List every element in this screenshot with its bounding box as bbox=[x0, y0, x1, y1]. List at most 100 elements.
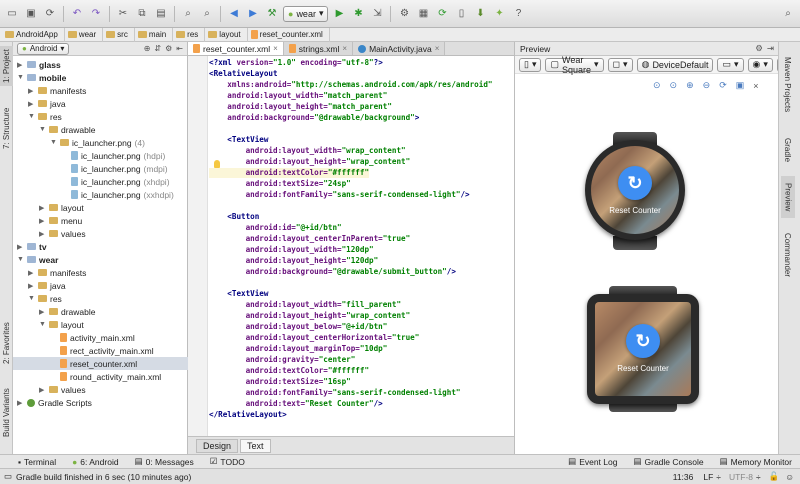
attach-debugger-icon[interactable]: ⇲ bbox=[369, 6, 385, 22]
tree-item[interactable]: activity_main.xml bbox=[50, 331, 135, 344]
line-separator[interactable]: LF bbox=[703, 472, 713, 482]
breadcrumb-item[interactable]: AndroidApp bbox=[2, 27, 65, 42]
copy-icon[interactable]: ⧉ bbox=[134, 6, 150, 22]
terminal-tab[interactable]: ▪ Terminal bbox=[0, 457, 64, 467]
tree-item[interactable]: ic_launcher.png (xhdpi) bbox=[61, 175, 170, 188]
tree-item[interactable]: ▼ drawable bbox=[39, 123, 96, 136]
debug-icon[interactable]: ✱ bbox=[350, 6, 366, 22]
save-icon[interactable]: ▣ bbox=[23, 6, 39, 22]
activity-select[interactable]: ▭ ▾ bbox=[717, 57, 744, 72]
run-icon[interactable]: ▶ bbox=[331, 6, 347, 22]
tree-item[interactable]: ▶ menu bbox=[39, 214, 82, 227]
project-structure-icon[interactable]: ▦ bbox=[415, 6, 431, 22]
tab-commander[interactable]: Commander bbox=[783, 228, 792, 282]
screenshot-icon[interactable]: ▣ bbox=[736, 80, 745, 91]
tab-text[interactable]: Text bbox=[240, 438, 271, 453]
tree-item[interactable]: ▼ layout bbox=[39, 318, 84, 331]
orientation-select[interactable]: ◻ ▾ bbox=[607, 57, 633, 72]
encoding[interactable]: UTF-8 bbox=[729, 472, 753, 482]
tree-item[interactable]: rect_activity_main.xml bbox=[50, 344, 154, 357]
close-icon[interactable]: × bbox=[273, 44, 278, 53]
breadcrumb-item[interactable]: wear bbox=[65, 27, 104, 42]
collapse-arrow-icon[interactable]: ▶ bbox=[17, 61, 24, 69]
expand-arrow-icon[interactable]: ▼ bbox=[17, 74, 24, 81]
breadcrumb-item[interactable]: main bbox=[135, 27, 174, 42]
tree-item[interactable]: ▶ manifests bbox=[28, 266, 86, 279]
breadcrumb-item[interactable]: reset_counter.xml bbox=[248, 27, 330, 42]
sync-icon[interactable]: ⊕ bbox=[144, 44, 151, 53]
tree-item[interactable]: ▼ ic_launcher.png (4) bbox=[50, 136, 145, 149]
collapse-arrow-icon[interactable]: ▶ bbox=[28, 100, 35, 108]
sync-icon[interactable]: ⟳ bbox=[42, 6, 58, 22]
tab-structure[interactable]: 7: Structure bbox=[0, 102, 13, 154]
tab-build-variants[interactable]: Build Variants bbox=[0, 382, 13, 444]
forward-icon[interactable]: ▶ bbox=[245, 6, 261, 22]
android-monitor-icon[interactable]: ✦ bbox=[491, 6, 507, 22]
zoom-in-icon[interactable]: ⊕ bbox=[686, 80, 694, 91]
tree-item[interactable]: ▶ layout bbox=[39, 201, 84, 214]
expand-arrow-icon[interactable]: ▼ bbox=[39, 126, 46, 133]
event-log-tab[interactable]: ▤ Event Log bbox=[560, 456, 625, 467]
tree-item[interactable]: ▶ glass bbox=[17, 58, 61, 71]
gradle-console-tab[interactable]: ▤ Gradle Console bbox=[625, 456, 711, 467]
tree-item[interactable]: ic_launcher.png (hdpi) bbox=[61, 149, 165, 162]
tree-item[interactable]: ▶ drawable bbox=[39, 305, 96, 318]
tab-project[interactable]: 1: Project bbox=[0, 46, 13, 86]
close-icon[interactable]: × bbox=[342, 44, 347, 53]
tree-item[interactable]: ▶ Gradle Scripts bbox=[17, 396, 92, 409]
paste-icon[interactable]: ▤ bbox=[153, 6, 169, 22]
locale-select[interactable]: ◉ ▾ bbox=[747, 57, 773, 72]
run-config-select[interactable]: ● wear ▾ bbox=[283, 5, 329, 22]
tab-reset-counter[interactable]: reset_counter.xml × bbox=[188, 42, 284, 55]
collapse-arrow-icon[interactable]: ▶ bbox=[28, 282, 35, 290]
config-select[interactable]: ▯ ▾ bbox=[519, 57, 542, 72]
search-everywhere-icon[interactable]: ⌕ bbox=[780, 6, 796, 22]
reset-button[interactable]: ↻ bbox=[626, 324, 660, 358]
zoom-actual-icon[interactable]: ⊙ bbox=[670, 80, 678, 91]
tab-gradle[interactable]: Gradle bbox=[783, 132, 792, 168]
zoom-out-icon[interactable]: ⊖ bbox=[703, 80, 711, 91]
zoom-fit-icon[interactable]: ⊙ bbox=[653, 80, 661, 91]
tree-item[interactable]: ▶ java bbox=[28, 97, 66, 110]
expand-arrow-icon[interactable]: ▼ bbox=[50, 139, 57, 146]
tree-item[interactable]: ▶ manifests bbox=[28, 84, 86, 97]
open-icon[interactable]: ▭ bbox=[4, 6, 20, 22]
sync-gradle-icon[interactable]: ⟳ bbox=[434, 6, 450, 22]
expand-arrow-icon[interactable]: ▼ bbox=[28, 295, 35, 302]
tree-item[interactable]: ▶ java bbox=[28, 279, 66, 292]
tree-item[interactable]: round_activity_main.xml bbox=[50, 370, 161, 383]
tab-maven-projects[interactable]: Maven Projects bbox=[783, 54, 792, 116]
collapse-arrow-icon[interactable]: ▶ bbox=[39, 204, 46, 212]
close-preview-icon[interactable]: × bbox=[753, 81, 758, 91]
status-toggle-icon[interactable]: ▭ bbox=[4, 471, 12, 482]
cut-icon[interactable]: ✂ bbox=[115, 6, 131, 22]
collapse-arrow-icon[interactable]: ▶ bbox=[17, 243, 24, 251]
theme-select[interactable]: ◍ DeviceDefault bbox=[636, 57, 714, 72]
collapse-arrow-icon[interactable]: ▶ bbox=[28, 87, 35, 95]
hide-icon[interactable]: ⇥ bbox=[767, 43, 774, 54]
tree-item[interactable]: ▶ values bbox=[39, 383, 86, 396]
tree-item[interactable]: ▼ res bbox=[28, 292, 62, 305]
reset-button[interactable]: ↻ bbox=[618, 166, 652, 200]
hide-icon[interactable]: ⇤ bbox=[176, 44, 183, 53]
tab-favorites[interactable]: 2: Favorites bbox=[0, 317, 13, 369]
settings-icon[interactable]: ⚙ bbox=[165, 44, 172, 53]
collapse-all-icon[interactable]: ⇵ bbox=[154, 44, 161, 53]
code-area[interactable]: <?xml version="1.0" encoding="utf-8"?> <R… bbox=[188, 56, 514, 436]
settings-icon[interactable]: ⚙ bbox=[396, 6, 412, 22]
collapse-arrow-icon[interactable]: ▶ bbox=[39, 386, 46, 394]
tab-design[interactable]: Design bbox=[196, 438, 239, 453]
tab-strings[interactable]: strings.xml × bbox=[283, 42, 354, 55]
inspector-icon[interactable]: ☺ bbox=[785, 472, 794, 482]
collapse-arrow-icon[interactable]: ▶ bbox=[39, 230, 46, 238]
breadcrumb-item[interactable]: layout bbox=[205, 27, 248, 42]
tree-item[interactable]: ▶ values bbox=[39, 227, 86, 240]
close-icon[interactable]: × bbox=[435, 44, 440, 53]
expand-arrow-icon[interactable]: ▼ bbox=[17, 256, 24, 263]
todo-tab[interactable]: ☑ TODO bbox=[202, 456, 253, 467]
collapse-arrow-icon[interactable]: ▶ bbox=[39, 217, 46, 225]
help-icon[interactable]: ? bbox=[510, 6, 526, 22]
collapse-arrow-icon[interactable]: ▶ bbox=[17, 399, 24, 407]
project-view-select[interactable]: ● Android ▾ bbox=[17, 42, 70, 55]
collapse-arrow-icon[interactable]: ▶ bbox=[28, 269, 35, 277]
